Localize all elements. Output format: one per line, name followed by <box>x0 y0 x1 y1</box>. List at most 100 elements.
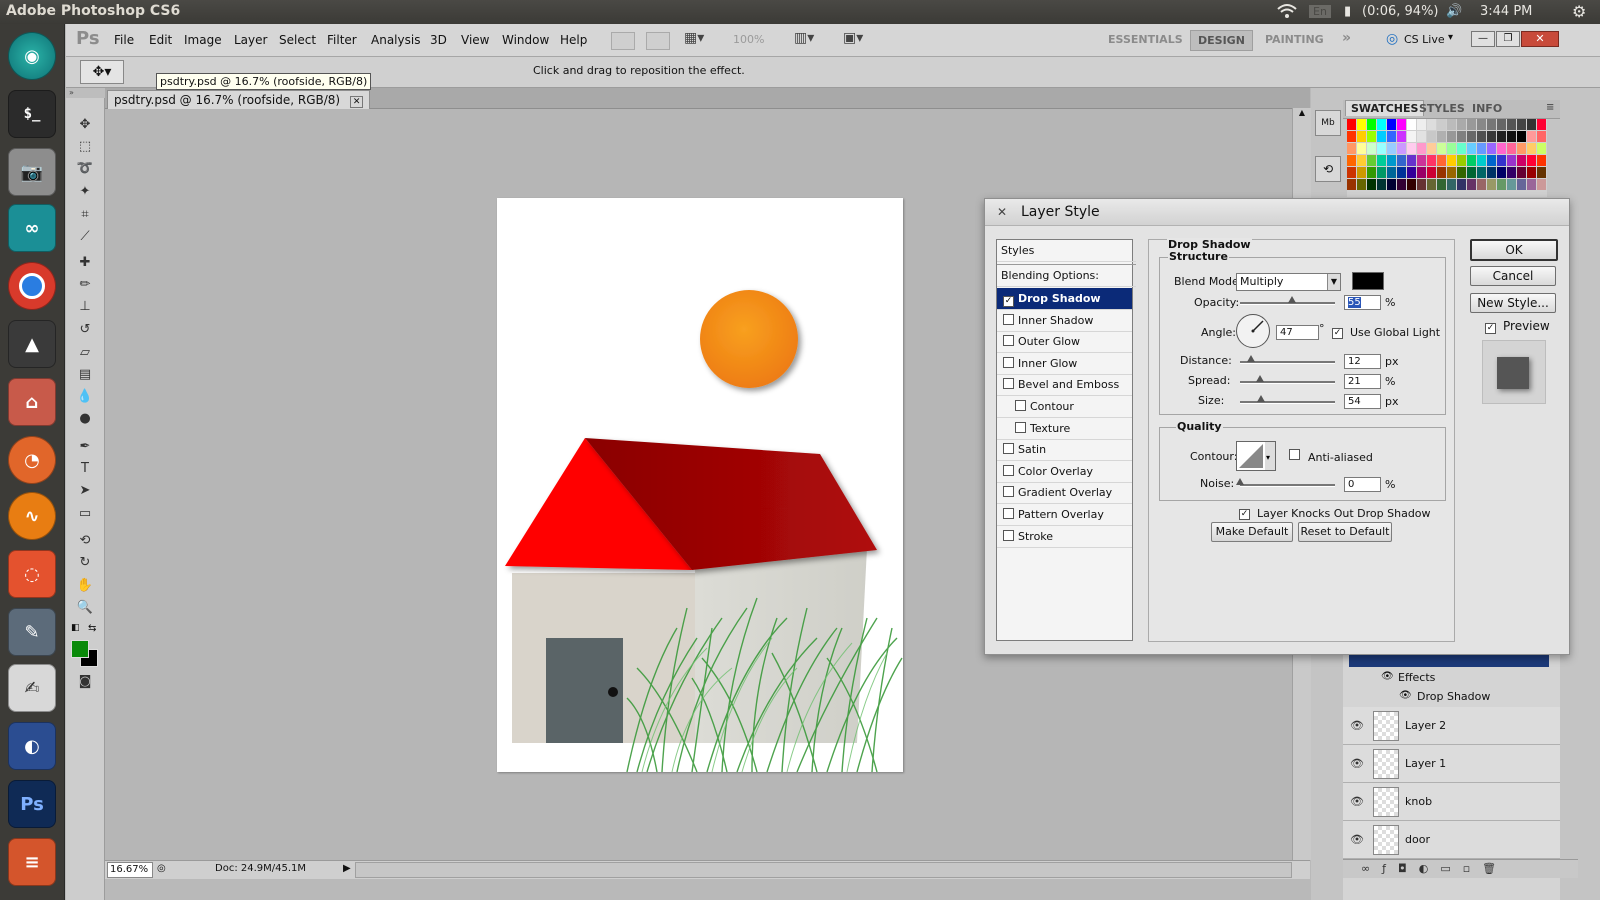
menu-window[interactable]: Window <box>502 33 549 47</box>
swatch-cell[interactable] <box>1437 143 1446 154</box>
layer-row[interactable]: 👁 Layer 2 <box>1343 707 1560 745</box>
layer-row[interactable]: 👁 Layer 1 <box>1343 745 1560 783</box>
camera-icon[interactable]: 📷 <box>8 148 56 196</box>
style-item[interactable]: Stroke <box>997 526 1132 548</box>
swatch-cell[interactable] <box>1397 167 1406 178</box>
swatch-cell[interactable] <box>1467 131 1476 142</box>
effects-eye-icon[interactable]: 👁 <box>1381 671 1394 682</box>
swatch-cell[interactable] <box>1397 119 1406 130</box>
tab-styles[interactable]: STYLES <box>1419 102 1465 115</box>
swatch-cell[interactable] <box>1387 155 1396 166</box>
history-panel-icon[interactable]: ⟲ <box>1315 156 1341 182</box>
swatch-cell[interactable] <box>1437 131 1446 142</box>
workspace-design[interactable]: DESIGN <box>1190 30 1253 51</box>
menu-analysis[interactable]: Analysis <box>371 33 420 47</box>
swatch-cell[interactable] <box>1477 167 1486 178</box>
swatch-cell[interactable] <box>1467 167 1476 178</box>
swatch-cell[interactable] <box>1447 119 1456 130</box>
swatch-cell[interactable] <box>1377 155 1386 166</box>
swatch-cell[interactable] <box>1417 131 1426 142</box>
style-item-checkbox[interactable] <box>1003 313 1014 325</box>
swatch-cell[interactable] <box>1527 143 1536 154</box>
swatch-cell[interactable] <box>1527 167 1536 178</box>
menu-view[interactable]: View <box>461 33 489 47</box>
cs-live-menu[interactable]: CS Live <box>1404 33 1445 46</box>
size-input[interactable]: 54 <box>1344 394 1381 409</box>
swatch-cell[interactable] <box>1517 155 1526 166</box>
3d-orbit-tool-icon[interactable]: ↻ <box>74 554 96 572</box>
swatch-cell[interactable] <box>1477 179 1486 190</box>
swatch-cell[interactable] <box>1487 167 1496 178</box>
swatch-cell[interactable] <box>1477 143 1486 154</box>
swatch-cell[interactable] <box>1427 179 1436 190</box>
style-item[interactable]: Pattern Overlay <box>997 504 1132 526</box>
swatch-cell[interactable] <box>1397 131 1406 142</box>
cancel-button[interactable]: Cancel <box>1470 266 1556 286</box>
noise-slider[interactable] <box>1240 484 1335 487</box>
swatch-cell[interactable] <box>1367 131 1376 142</box>
zoom-level[interactable]: 100% <box>733 33 764 46</box>
shape-tool-icon[interactable]: ▭ <box>74 505 96 523</box>
swatch-cell[interactable] <box>1537 131 1546 142</box>
swatch-cell[interactable] <box>1487 131 1496 142</box>
style-item-checkbox[interactable] <box>1003 486 1014 498</box>
swatch-cell[interactable] <box>1427 131 1436 142</box>
clone-stamp-tool-icon[interactable]: ⊥ <box>74 298 96 316</box>
swatch-cell[interactable] <box>1357 167 1366 178</box>
dialog-close-icon[interactable]: ✕ <box>997 205 1007 219</box>
status-menu-icon[interactable]: ◎ <box>157 863 166 874</box>
visibility-eye-icon[interactable]: 👁 <box>1350 757 1364 770</box>
style-item[interactable]: Inner Shadow <box>997 310 1132 332</box>
blend-mode-select[interactable]: Multiply ▼ <box>1236 273 1341 291</box>
style-item[interactable]: Inner Glow <box>997 353 1132 375</box>
swatch-cell[interactable] <box>1407 167 1416 178</box>
swatch-cell[interactable] <box>1457 143 1466 154</box>
swatch-cell[interactable] <box>1407 143 1416 154</box>
default-colors-icon[interactable]: ◧ <box>71 623 80 633</box>
swatch-cell[interactable] <box>1387 131 1396 142</box>
swatch-cell[interactable] <box>1497 155 1506 166</box>
extras-icon[interactable]: ▦▾ <box>684 30 704 46</box>
foreground-color-swatch[interactable] <box>71 640 89 658</box>
swatch-cell[interactable] <box>1527 155 1536 166</box>
make-default-button[interactable]: Make Default <box>1211 522 1293 542</box>
swatch-cell[interactable] <box>1467 119 1476 130</box>
swatch-cell[interactable] <box>1377 179 1386 190</box>
style-item-checkbox[interactable] <box>1015 400 1026 411</box>
swatch-cell[interactable] <box>1527 119 1536 130</box>
reset-to-default-button[interactable]: Reset to Default <box>1298 522 1392 542</box>
swatch-cell[interactable] <box>1447 167 1456 178</box>
swatch-cell[interactable] <box>1357 179 1366 190</box>
swatch-cell[interactable] <box>1507 131 1516 142</box>
swatch-cell[interactable] <box>1427 143 1436 154</box>
style-item[interactable]: Outer Glow <box>997 331 1132 354</box>
swatch-cell[interactable] <box>1487 155 1496 166</box>
panel-menu-icon[interactable]: ≡ <box>1546 102 1554 113</box>
chrome-icon[interactable] <box>8 262 56 310</box>
swatch-cell[interactable] <box>1387 167 1396 178</box>
scroll-up-icon[interactable]: ▲ <box>1293 108 1311 117</box>
style-item[interactable]: Satin <box>997 439 1132 462</box>
layer-row[interactable]: 👁 door <box>1343 821 1560 859</box>
style-item-checkbox[interactable] <box>1003 464 1014 476</box>
swatch-cell[interactable] <box>1447 131 1456 142</box>
firefox-icon[interactable]: ◔ <box>8 436 56 484</box>
swatch-cell[interactable] <box>1417 179 1426 190</box>
quick-mask-icon[interactable]: ◙ <box>74 673 96 691</box>
eyedropper-tool-icon[interactable]: ⟋ <box>74 228 96 246</box>
swatch-cell[interactable] <box>1367 167 1376 178</box>
distance-input[interactable]: 12 <box>1344 354 1381 369</box>
swatch-cell[interactable] <box>1487 143 1496 154</box>
menu-edit[interactable]: Edit <box>149 33 172 47</box>
swatch-cell[interactable] <box>1497 179 1506 190</box>
swatch-cell[interactable] <box>1367 143 1376 154</box>
swatch-cell[interactable] <box>1357 155 1366 166</box>
swatch-cell[interactable] <box>1447 179 1456 190</box>
visibility-eye-icon[interactable]: 👁 <box>1350 719 1364 732</box>
menu-help[interactable]: Help <box>560 33 587 47</box>
swatch-cell[interactable] <box>1397 179 1406 190</box>
opacity-slider-thumb[interactable] <box>1288 296 1297 303</box>
software-center-icon[interactable]: ◌ <box>8 550 56 598</box>
tab-info[interactable]: INFO <box>1472 102 1502 115</box>
style-item[interactable]: Bevel and Emboss <box>997 374 1132 397</box>
